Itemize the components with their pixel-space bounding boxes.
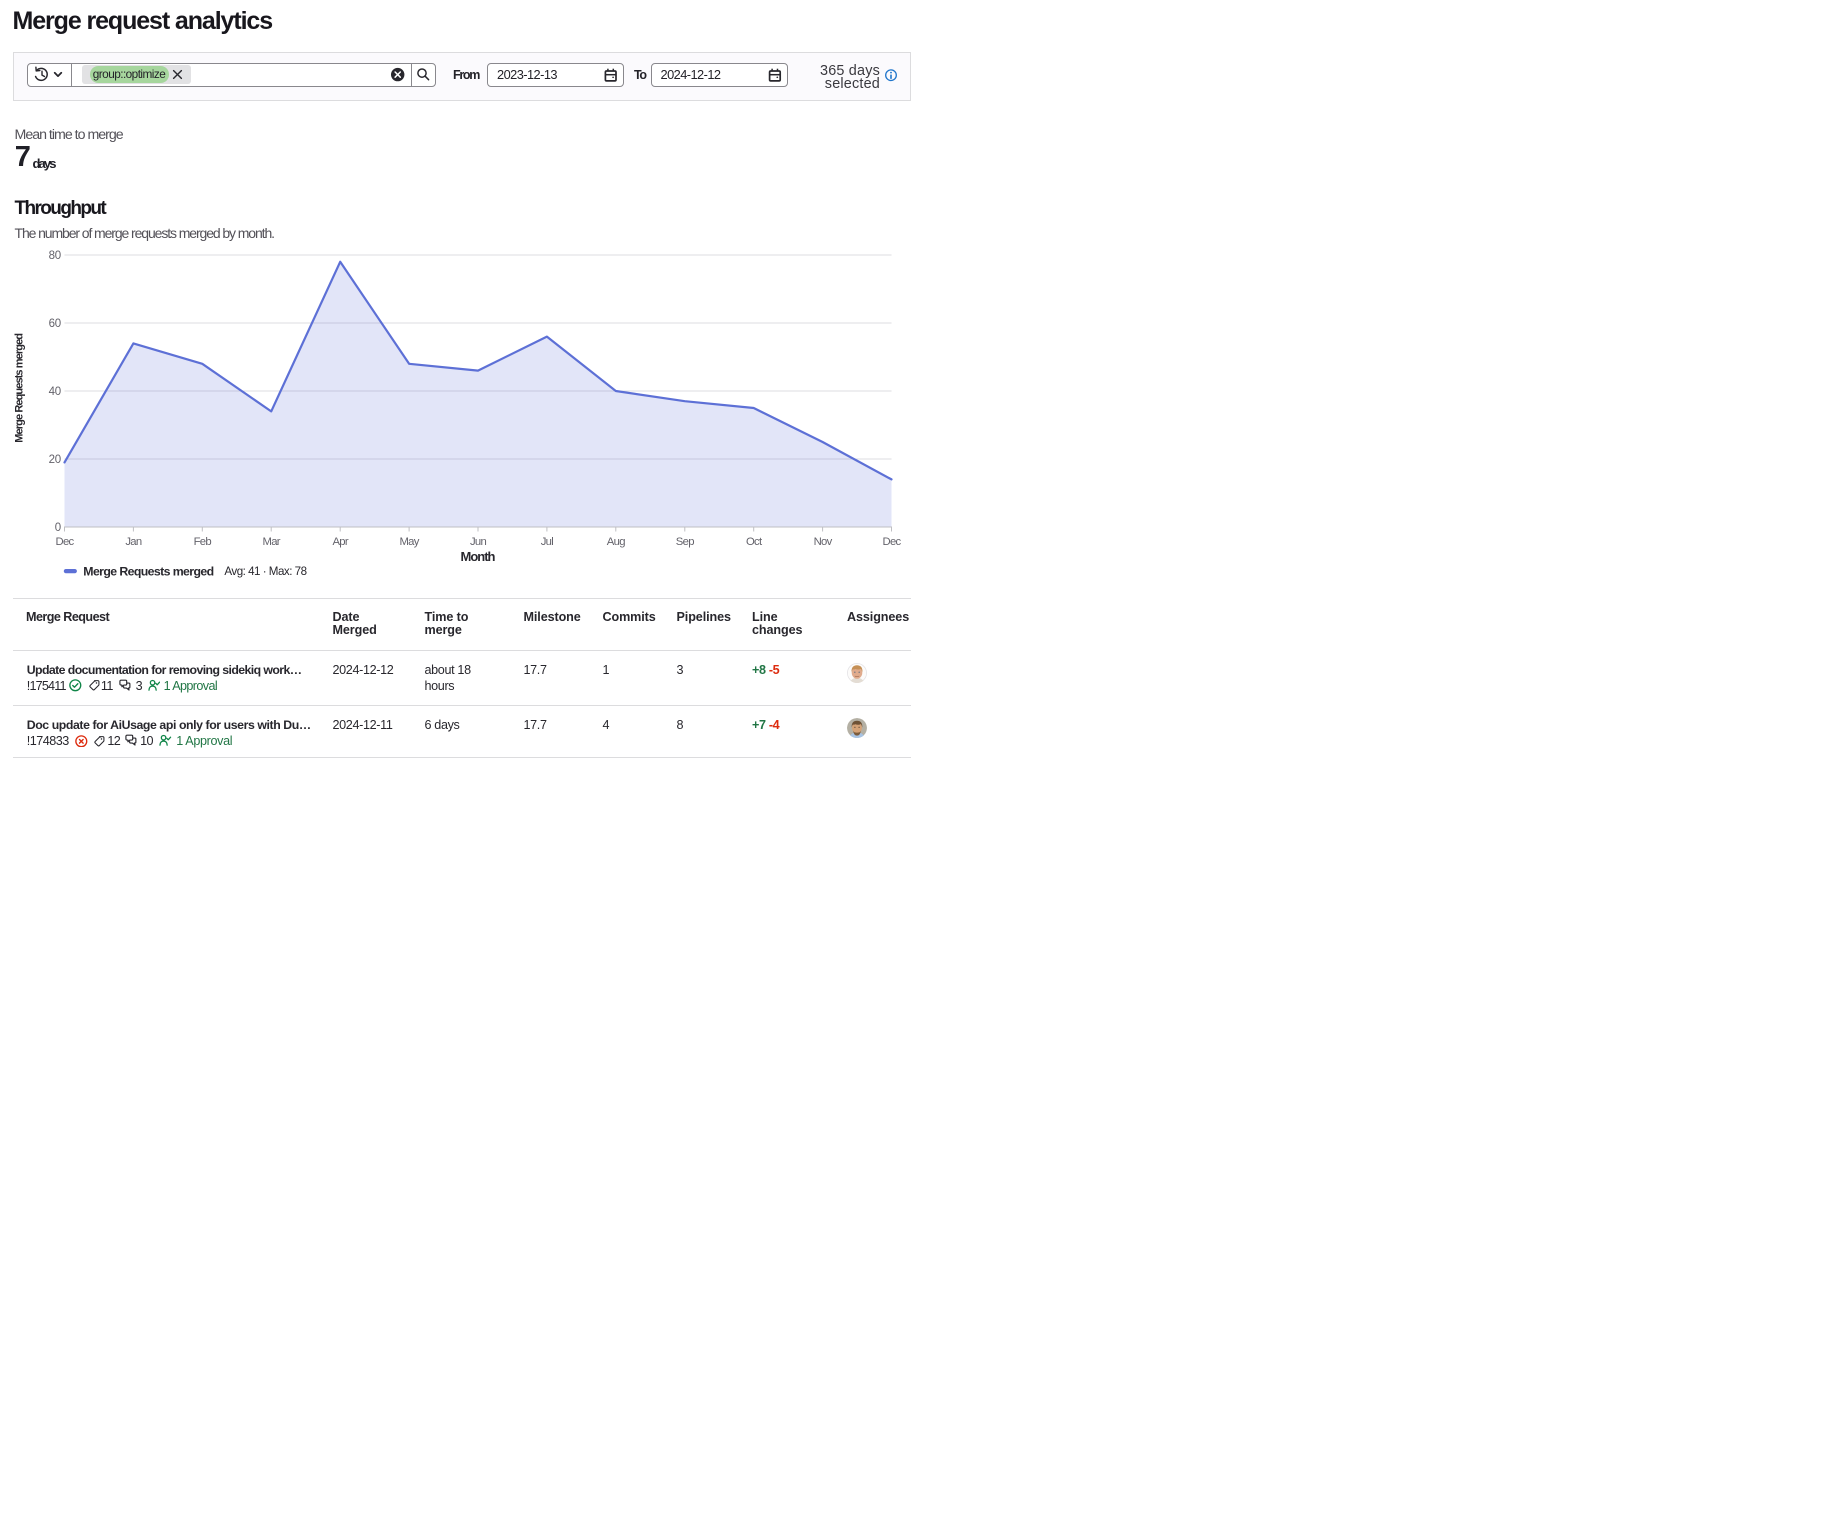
svg-text:Merge Requests merged: Merge Requests merged <box>13 334 25 443</box>
svg-text:Dec: Dec <box>883 536 902 548</box>
svg-text:Jul: Jul <box>541 536 554 548</box>
svg-text:Nov: Nov <box>814 536 833 548</box>
svg-text:Feb: Feb <box>194 536 212 548</box>
svg-text:0: 0 <box>55 522 61 534</box>
svg-text:Aug: Aug <box>607 536 625 548</box>
svg-text:40: 40 <box>49 386 61 398</box>
svg-text:Jun: Jun <box>470 536 487 548</box>
svg-text:Avg: 41 · Max: 78: Avg: 41 · Max: 78 <box>224 565 306 578</box>
svg-text:Oct: Oct <box>746 536 763 548</box>
svg-text:20: 20 <box>49 454 61 466</box>
svg-text:May: May <box>399 536 419 548</box>
svg-text:Month: Month <box>461 549 496 564</box>
svg-text:60: 60 <box>49 318 61 330</box>
svg-text:Mar: Mar <box>263 536 281 548</box>
svg-text:Sep: Sep <box>676 536 694 548</box>
svg-text:Jan: Jan <box>125 536 142 548</box>
svg-text:80: 80 <box>49 250 61 262</box>
svg-text:Dec: Dec <box>56 536 75 548</box>
svg-text:Merge Requests merged: Merge Requests merged <box>83 564 213 578</box>
svg-text:Apr: Apr <box>332 536 348 548</box>
